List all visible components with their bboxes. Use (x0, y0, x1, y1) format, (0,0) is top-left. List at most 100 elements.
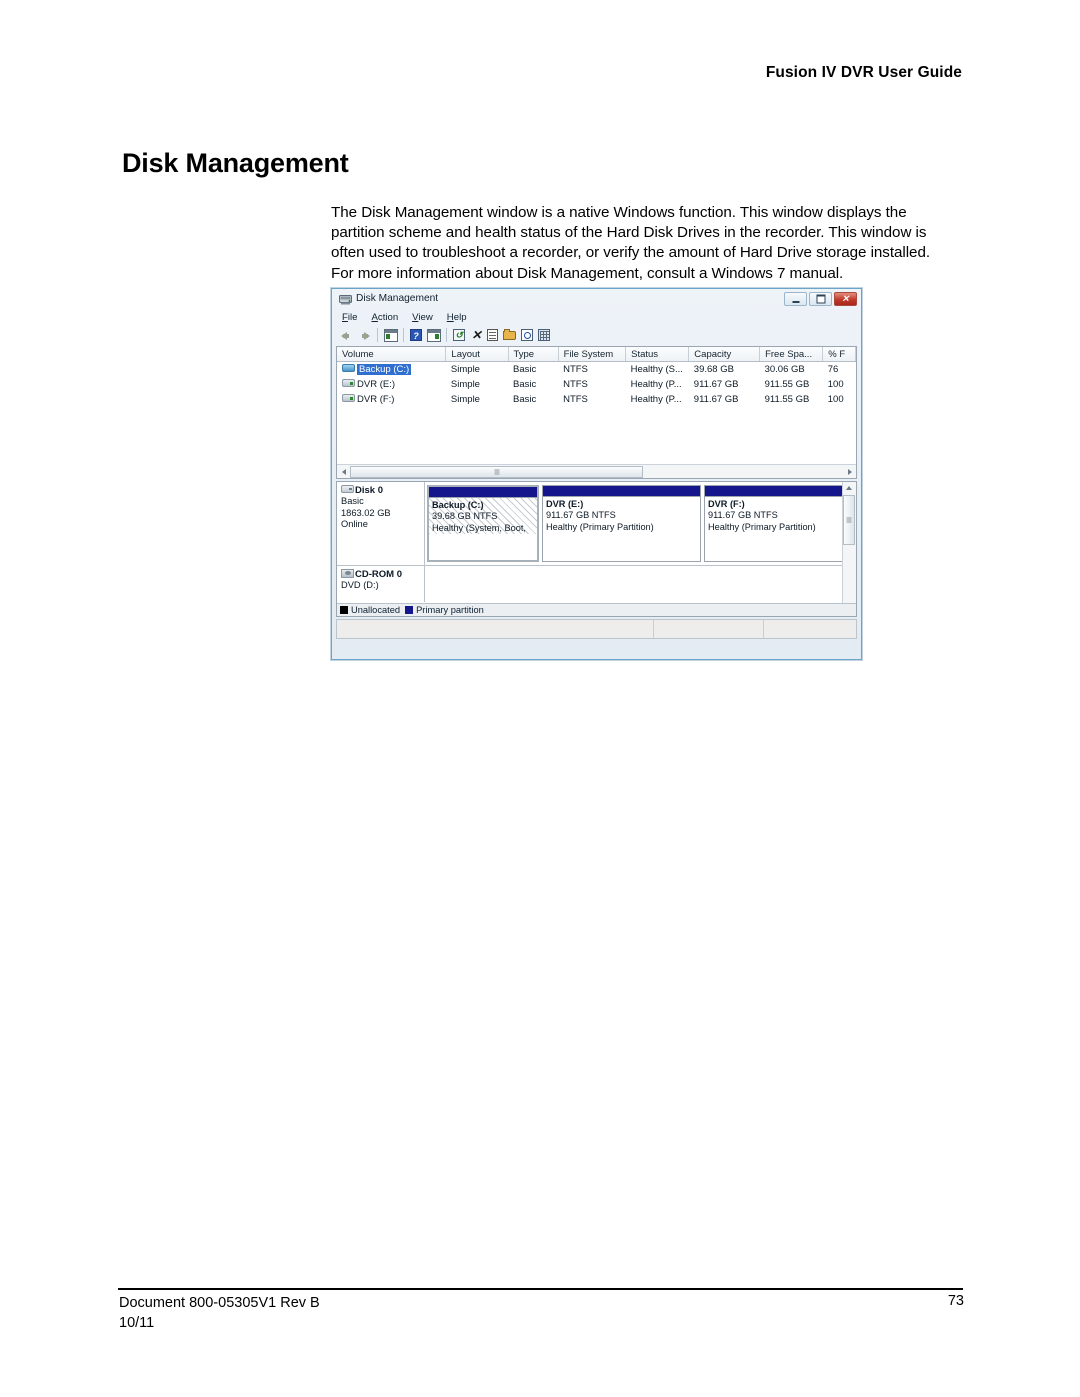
disk-size: 1863.02 GB (341, 507, 391, 518)
cell-capacity: 39.68 GB (693, 364, 734, 375)
cell-status: Healthy (S... (630, 364, 683, 375)
column-header-free-space[interactable]: Free Spa... (759, 347, 824, 362)
table-row[interactable]: DVR (E:) Simple Basic NTFS Healthy (P...… (337, 377, 856, 392)
show-hide-action-pane-icon[interactable] (426, 328, 441, 343)
cell-status: Healthy (P... (630, 394, 682, 405)
partition-label: Backup (C:) (432, 500, 484, 510)
help-icon[interactable]: ? (409, 328, 424, 343)
cell-capacity: 911.67 GB (693, 379, 739, 390)
legend-item-unallocated: Unallocated (340, 605, 400, 615)
scroll-left-arrow-icon[interactable] (337, 466, 350, 478)
delete-icon[interactable]: ✕ (469, 328, 484, 343)
cell-percent-free: 100 (827, 379, 844, 390)
menu-item-help[interactable]: Help (447, 312, 467, 323)
back-icon[interactable] (340, 328, 355, 343)
volume-list-horizontal-scrollbar[interactable] (337, 464, 856, 478)
graphical-view-pane: Disk 0 Basic 1863.02 GB Online Backup (C… (336, 481, 857, 617)
show-hide-console-tree-icon[interactable] (383, 328, 398, 343)
partition-status: Healthy (System, Boot, (432, 522, 526, 533)
cell-free-space: 30.06 GB (764, 364, 805, 375)
partition-dvr-e[interactable]: DVR (E:) 911.67 GB NTFS Healthy (Primary… (542, 485, 701, 562)
partition-status: Healthy (Primary Partition) (708, 521, 816, 532)
column-header-layout[interactable]: Layout (445, 347, 509, 362)
status-bar-section-2 (654, 620, 764, 638)
cell-file-system: NTFS (563, 394, 588, 405)
volume-label: Backup (C:) (357, 364, 412, 375)
table-row[interactable]: Backup (C:) Simple Basic NTFS Healthy (S… (337, 362, 856, 378)
column-header-status[interactable]: Status (625, 347, 690, 362)
toolbar-separator (377, 328, 378, 342)
partition-color-bar (429, 487, 537, 498)
disk-row-cdrom0[interactable]: CD-ROM 0 DVD (D:) (337, 566, 843, 602)
column-header-type[interactable]: Type (508, 347, 559, 362)
rescan-disks-icon[interactable]: ↺ (452, 328, 467, 343)
page-title: Disk Management (122, 148, 349, 178)
cell-type: Basic (513, 364, 537, 375)
close-button[interactable]: ✕ (834, 292, 857, 306)
export-list-icon[interactable] (537, 328, 552, 343)
status-bar-section-1 (337, 620, 654, 638)
disk-name: CD-ROM 0 (355, 569, 402, 580)
footer-left: Document 800-05305V1 Rev B 10/11 (119, 1293, 320, 1333)
footer-date: 10/11 (119, 1315, 155, 1331)
menu-item-file[interactable]: File (342, 312, 357, 323)
partition-color-bar (543, 486, 700, 497)
properties-icon[interactable] (486, 328, 501, 343)
partition-color-bar (705, 486, 856, 497)
disk-name: Disk 0 (355, 485, 383, 496)
drive-icon (342, 394, 355, 403)
cell-free-space: 911.55 GB (764, 394, 810, 405)
window-controls: ✕ (784, 292, 857, 306)
maximize-button[interactable] (809, 292, 832, 306)
disk-state: Online (341, 519, 368, 530)
cell-file-system: NTFS (563, 379, 588, 390)
cell-volume: DVR (E:) (337, 377, 446, 392)
partition-size: 39.68 GB NTFS (432, 511, 498, 522)
cell-file-system: NTFS (563, 364, 588, 375)
partition-legend: Unallocated Primary partition (337, 603, 856, 616)
hard-disk-icon (341, 485, 354, 494)
column-header-volume[interactable]: Volume (337, 347, 447, 362)
search-icon[interactable] (520, 328, 535, 343)
drive-icon (342, 379, 355, 388)
disk-type: Basic (341, 496, 364, 507)
forward-icon[interactable] (357, 328, 372, 343)
cd-rom-icon (341, 568, 354, 578)
disk-management-icon (339, 294, 352, 305)
status-bar (336, 619, 857, 639)
column-header-percent-free[interactable]: % F (822, 347, 856, 362)
scrollbar-thumb[interactable] (350, 465, 643, 478)
partition-dvr-f[interactable]: DVR (F:) 911.67 GB NTFS Healthy (Primary… (704, 485, 856, 562)
disk-info-cdrom0: CD-ROM 0 DVD (D:) (337, 566, 425, 602)
partition-label: DVR (E:) (546, 499, 584, 509)
open-icon[interactable] (503, 328, 518, 343)
window-title: Disk Management (356, 293, 439, 304)
primary-partition-swatch-icon (405, 606, 414, 614)
footer-page-number: 73 (947, 1293, 964, 1309)
footer-divider (118, 1288, 963, 1290)
partition-label: DVR (F:) (708, 499, 745, 509)
minimize-button[interactable] (784, 292, 807, 306)
partition-backup-c[interactable]: Backup (C:) 39.68 GB NTFS Healthy (Syste… (427, 485, 539, 562)
table-row[interactable]: DVR (F:) Simple Basic NTFS Healthy (P...… (337, 392, 856, 407)
graphical-view-vertical-scrollbar[interactable] (842, 482, 856, 616)
cell-volume: DVR (F:) (337, 392, 446, 407)
cell-layout: Simple (450, 364, 480, 375)
column-header-capacity[interactable]: Capacity (688, 347, 761, 362)
scrollbar-thumb[interactable] (843, 495, 855, 545)
legend-item-primary-partition: Primary partition (405, 605, 484, 615)
unallocated-swatch-icon (340, 606, 348, 614)
toolbar: ? ↺ ✕ (336, 325, 857, 345)
cell-percent-free: 100 (827, 394, 844, 405)
column-header-file-system[interactable]: File System (558, 347, 627, 362)
toolbar-separator (403, 328, 404, 342)
partition-status: Healthy (Primary Partition) (546, 521, 654, 532)
cell-type: Basic (513, 379, 537, 390)
volume-label: DVR (F:) (357, 394, 395, 405)
disk0-partitions: Backup (C:) 39.68 GB NTFS Healthy (Syste… (425, 482, 856, 565)
menu-item-view[interactable]: View (412, 312, 433, 323)
scroll-right-arrow-icon[interactable] (843, 466, 856, 478)
menu-item-action[interactable]: Action (371, 312, 398, 323)
disk-row-disk0[interactable]: Disk 0 Basic 1863.02 GB Online Backup (C… (337, 482, 856, 566)
scroll-up-arrow-icon[interactable] (843, 482, 855, 494)
